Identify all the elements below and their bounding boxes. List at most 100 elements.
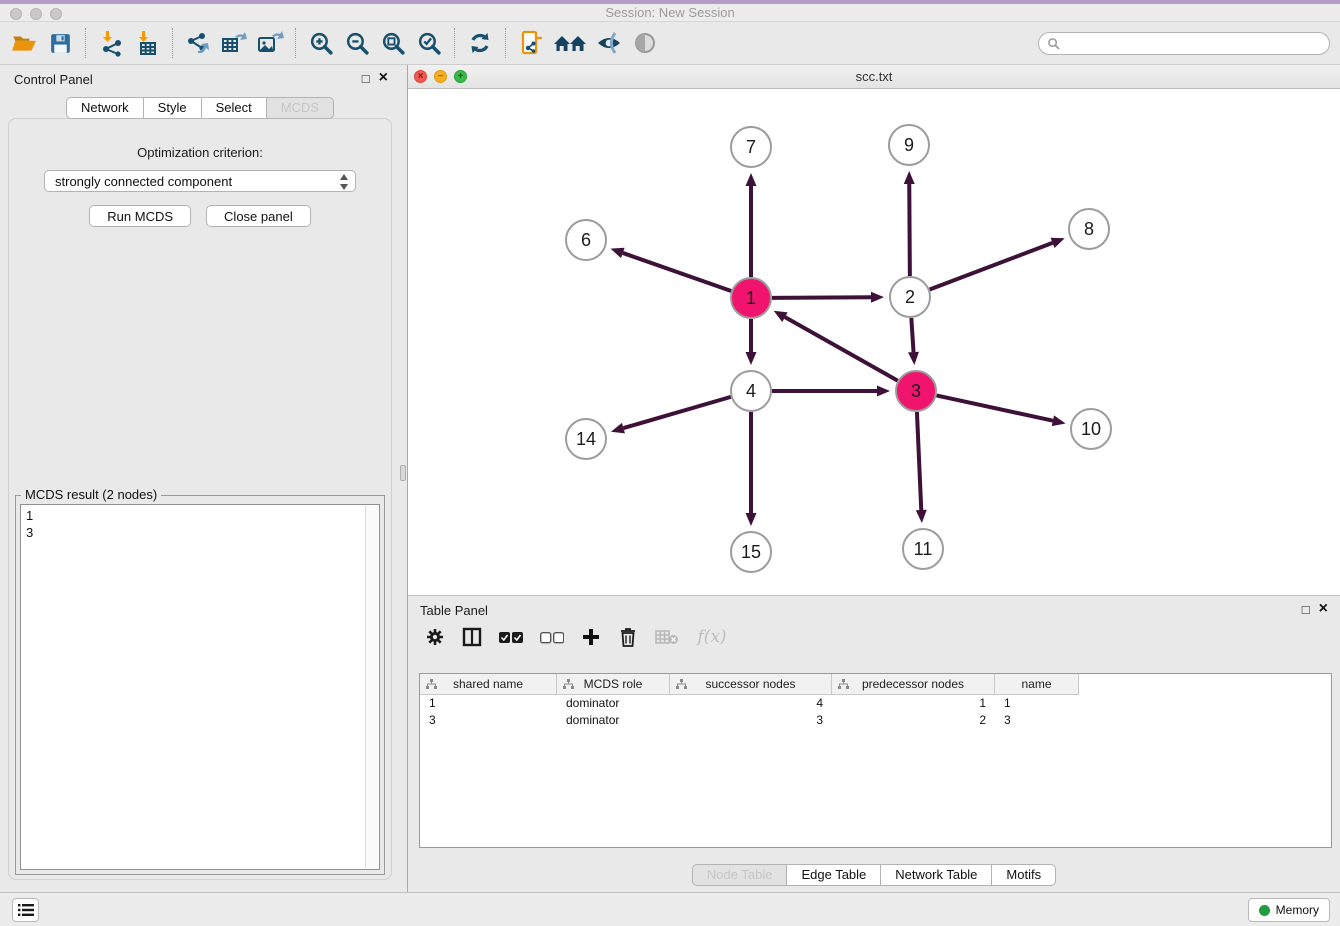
zoom-fit-button[interactable] (375, 26, 411, 60)
control-panel-tabs: NetworkStyleSelectMCDS (0, 97, 400, 119)
search-field[interactable] (1038, 32, 1330, 55)
close-window-button[interactable] (10, 8, 22, 20)
table-settings-button[interactable] (424, 626, 446, 648)
zoom-out-button[interactable] (339, 26, 375, 60)
search-input[interactable] (1064, 36, 1321, 50)
zoom-in-icon (308, 30, 335, 57)
export-image-button[interactable] (252, 26, 288, 60)
zoom-fit-icon (380, 30, 407, 57)
splitter-grip[interactable] (400, 465, 406, 481)
graph-edge-2-8[interactable] (930, 243, 1053, 290)
minimize-window-button[interactable] (30, 8, 42, 20)
refresh-view-button[interactable] (462, 26, 498, 60)
vertical-splitter[interactable] (400, 65, 407, 892)
column-header-shared-name[interactable]: shared name (420, 674, 557, 695)
table-cell[interactable]: dominator (557, 712, 670, 729)
graph-edge-3-10[interactable] (937, 395, 1053, 420)
network-minimize-button[interactable]: − (434, 70, 447, 83)
table-cell[interactable]: 3 (670, 712, 832, 729)
close-panel-button[interactable]: Close panel (206, 205, 311, 227)
network-canvas[interactable]: 7968124314101511 (408, 89, 1340, 595)
tab-node-table[interactable]: Node Table (692, 864, 788, 886)
graph-node-label: 4 (746, 381, 756, 401)
show-columns-button[interactable] (461, 626, 483, 648)
tab-network-table[interactable]: Network Table (880, 864, 992, 886)
tab-network[interactable]: Network (66, 97, 144, 119)
zoom-selected-button[interactable] (411, 26, 447, 60)
column-header-name[interactable]: name (995, 674, 1079, 695)
run-mcds-button[interactable]: Run MCDS (89, 205, 191, 227)
delete-table-button[interactable] (654, 626, 680, 648)
eye-button[interactable] (627, 26, 663, 60)
float-table-panel-icon[interactable]: □ (1302, 603, 1310, 616)
table-cell[interactable]: 1 (995, 695, 1079, 712)
table-cell[interactable]: 2 (832, 712, 995, 729)
table-row[interactable]: 3dominator323 (420, 712, 1331, 729)
application-window: Session: New Session (0, 0, 1340, 926)
save-session-button[interactable] (42, 26, 78, 60)
close-table-panel-icon[interactable]: × (1319, 601, 1328, 617)
attribute-tree-icon (426, 679, 437, 690)
hide-panel-button[interactable] (591, 26, 627, 60)
graph-node-label: 15 (741, 542, 761, 562)
mcds-result-area[interactable]: 1 3 (20, 504, 380, 870)
tab-motifs[interactable]: Motifs (991, 864, 1056, 886)
import-table-button[interactable] (129, 26, 165, 60)
table-row[interactable]: 1dominator411 (420, 695, 1331, 712)
add-column-button[interactable] (580, 626, 602, 648)
table-cell[interactable]: 1 (832, 695, 995, 712)
home-button[interactable] (549, 26, 591, 60)
graph-edge-4-14[interactable] (623, 397, 730, 428)
tab-edge-table[interactable]: Edge Table (786, 864, 881, 886)
network-graph: 7968124314101511 (408, 89, 1340, 595)
graph-edge-1-6[interactable] (623, 253, 731, 291)
graph-edge-3-11[interactable] (917, 412, 921, 510)
graph-edge-2-9[interactable] (909, 184, 910, 276)
tab-mcds[interactable]: MCDS (266, 97, 334, 119)
table-cell[interactable]: 3 (995, 712, 1079, 729)
zoom-in-button[interactable] (303, 26, 339, 60)
select-spinner-icon (339, 173, 349, 194)
table-cell[interactable]: 1 (420, 695, 557, 712)
select-all-button[interactable] (498, 626, 524, 648)
task-history-button[interactable] (12, 898, 39, 922)
network-maximize-button[interactable]: + (454, 70, 467, 83)
export-table-button[interactable] (216, 26, 252, 60)
save-floppy-icon (48, 31, 73, 56)
deselect-all-button[interactable] (539, 626, 565, 648)
network-close-button[interactable]: × (414, 70, 427, 83)
float-panel-icon[interactable]: □ (362, 72, 370, 85)
delete-column-button[interactable] (617, 626, 639, 648)
import-network-button[interactable] (93, 26, 129, 60)
graph-node-label: 10 (1081, 419, 1101, 439)
result-scrollbar[interactable] (365, 506, 378, 868)
column-header-predecessor-nodes[interactable]: predecessor nodes (832, 674, 995, 695)
optimization-criterion-select[interactable]: strongly connected component (44, 170, 356, 192)
open-session-button[interactable] (6, 26, 42, 60)
column-header-MCDS-role[interactable]: MCDS role (557, 674, 670, 695)
copy-network-button[interactable] (513, 26, 549, 60)
close-panel-icon[interactable]: × (379, 70, 388, 86)
table-panel-header: Table Panel □ × (408, 596, 1340, 626)
table-cell[interactable]: dominator (557, 695, 670, 712)
function-builder-button[interactable]: f(x) (695, 626, 729, 648)
table-cell[interactable]: 4 (670, 695, 832, 712)
tab-style[interactable]: Style (143, 97, 202, 119)
control-panel-title: Control Panel (14, 72, 93, 87)
window-controls (10, 8, 62, 20)
main-area: Control Panel □ × NetworkStyleSelectMCDS… (0, 65, 1340, 892)
network-window-title: scc.txt (408, 65, 1340, 88)
export-network-button[interactable] (180, 26, 216, 60)
eye-icon (632, 30, 658, 56)
column-header-label: successor nodes (705, 677, 795, 691)
tab-select[interactable]: Select (201, 97, 267, 119)
table-cell[interactable]: 3 (420, 712, 557, 729)
zoom-window-button[interactable] (50, 8, 62, 20)
column-header-successor-nodes[interactable]: successor nodes (670, 674, 832, 695)
graph-edge-3-1[interactable] (785, 317, 898, 381)
memory-button[interactable]: Memory (1248, 898, 1330, 922)
graph-edge-1-2[interactable] (772, 297, 871, 298)
graph-edge-2-3[interactable] (911, 318, 913, 352)
control-panel-header: Control Panel □ × (0, 65, 400, 95)
home-icon (552, 30, 588, 56)
